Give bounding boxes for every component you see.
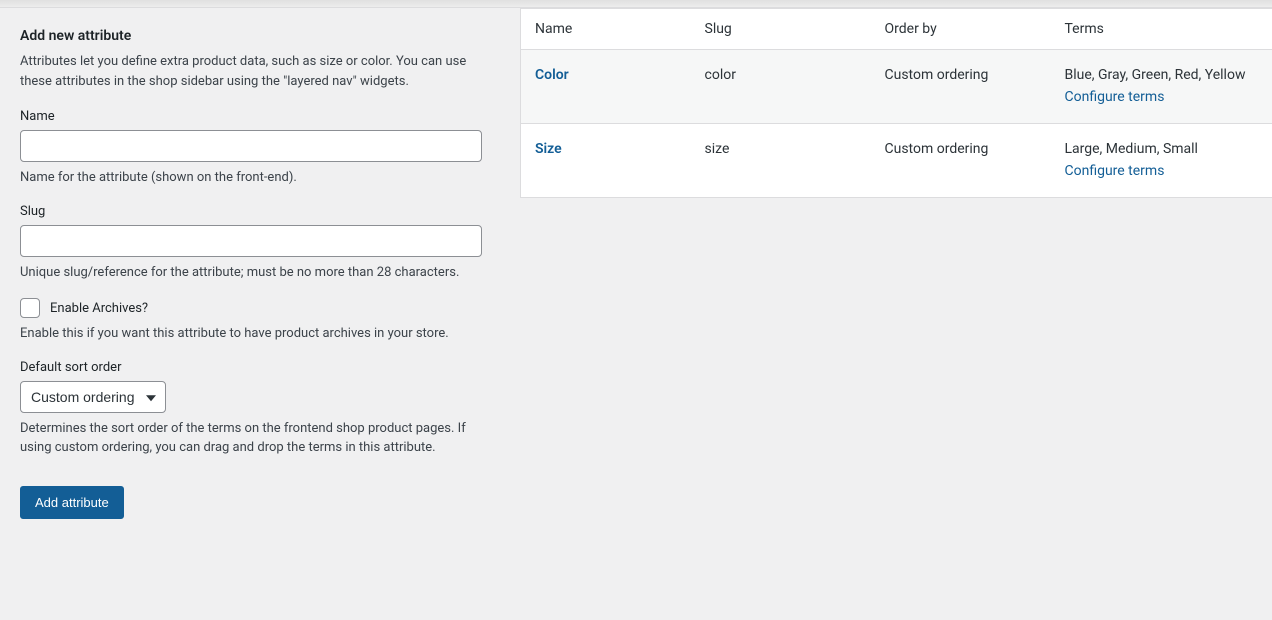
archives-field-group: Enable Archives? Enable this if you want… xyxy=(20,298,500,344)
attribute-name-link[interactable]: Size xyxy=(535,141,562,157)
attribute-terms: Blue, Gray, Green, Red, Yellow xyxy=(1065,64,1259,86)
th-slug: Slug xyxy=(691,9,871,50)
top-bar xyxy=(0,0,1272,8)
attributes-list: Name Slug Order by Terms Color color Cus… xyxy=(520,8,1272,539)
slug-label: Slug xyxy=(20,204,500,219)
name-field-group: Name Name for the attribute (shown on th… xyxy=(20,109,500,188)
table-row: Color color Custom ordering Blue, Gray, … xyxy=(521,50,1272,124)
attribute-orderby: Custom ordering xyxy=(871,50,1051,124)
main-container: Add new attribute Attributes let you def… xyxy=(0,8,1272,539)
attribute-orderby: Custom ordering xyxy=(871,123,1051,197)
attribute-terms: Large, Medium, Small xyxy=(1065,138,1259,160)
slug-field-group: Slug Unique slug/reference for the attri… xyxy=(20,204,500,283)
slug-help: Unique slug/reference for the attribute;… xyxy=(20,263,500,283)
attributes-table: Name Slug Order by Terms Color color Cus… xyxy=(520,8,1272,198)
add-attribute-form: Add new attribute Attributes let you def… xyxy=(0,8,520,539)
form-description: Attributes let you define extra product … xyxy=(20,52,500,91)
archives-help: Enable this if you want this attribute t… xyxy=(20,324,500,344)
slug-input[interactable] xyxy=(20,225,482,257)
name-input[interactable] xyxy=(20,130,482,162)
enable-archives-label: Enable Archives? xyxy=(50,301,148,316)
configure-terms-link[interactable]: Configure terms xyxy=(1065,89,1165,105)
add-attribute-button[interactable]: Add attribute xyxy=(20,486,124,519)
th-terms: Terms xyxy=(1051,9,1272,50)
enable-archives-checkbox[interactable] xyxy=(20,298,40,318)
form-title: Add new attribute xyxy=(20,28,500,44)
sort-help: Determines the sort order of the terms o… xyxy=(20,419,500,458)
name-help: Name for the attribute (shown on the fro… xyxy=(20,168,500,188)
name-label: Name xyxy=(20,109,500,124)
attribute-name-link[interactable]: Color xyxy=(535,67,569,83)
sort-label: Default sort order xyxy=(20,360,500,375)
table-row: Size size Custom ordering Large, Medium,… xyxy=(521,123,1272,197)
attribute-slug: size xyxy=(691,123,871,197)
sort-field-group: Default sort order Custom ordering Deter… xyxy=(20,360,500,458)
th-name: Name xyxy=(521,9,691,50)
configure-terms-link[interactable]: Configure terms xyxy=(1065,163,1165,179)
sort-order-select[interactable]: Custom ordering xyxy=(20,381,166,413)
attribute-slug: color xyxy=(691,50,871,124)
th-orderby: Order by xyxy=(871,9,1051,50)
